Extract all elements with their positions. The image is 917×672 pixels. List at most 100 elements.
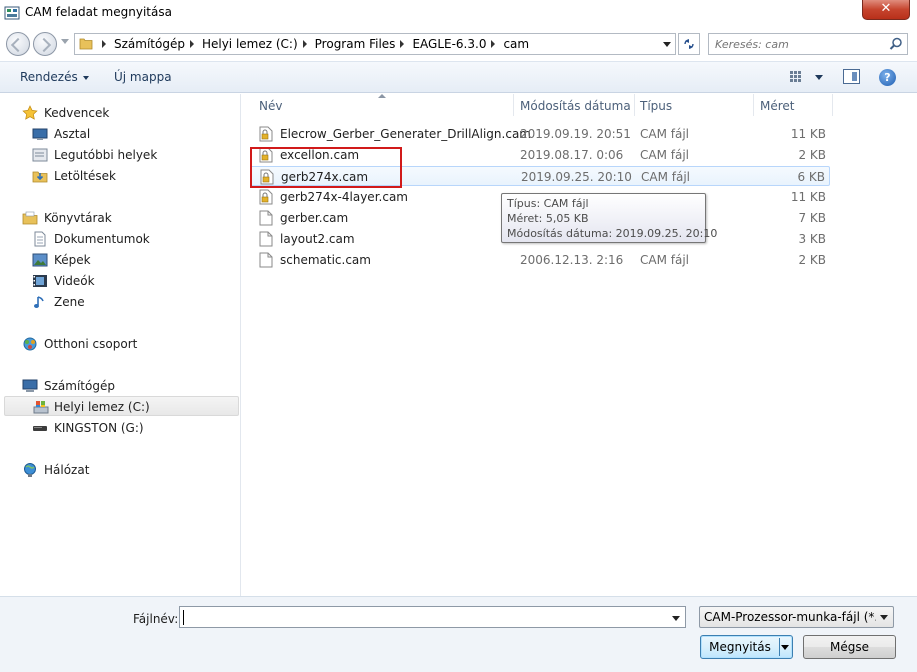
file-row[interactable]: schematic.cam 2006.12.13. 2:16 CAM fájl … [250, 250, 830, 270]
cancel-button[interactable]: Mégse [803, 635, 896, 659]
file-type-filter-value: CAM-Prozessor-munka-fájl (*.cam) [704, 610, 876, 624]
chevron-right-icon[interactable] [102, 40, 106, 48]
file-date: 2019.08.17. 0:06 [520, 148, 624, 162]
locked-file-icon [259, 126, 273, 142]
file-type: CAM fájl [641, 170, 691, 184]
column-header-size[interactable]: Méret [754, 94, 832, 116]
breadcrumb-program-files[interactable]: Program Files [315, 37, 396, 51]
address-bar[interactable]: Számítógép Helyi lemez (C:) Program File… [74, 33, 676, 55]
search-box[interactable] [708, 33, 908, 55]
close-button[interactable]: ✕ [862, 0, 910, 20]
breadcrumb-local-disk[interactable]: Helyi lemez (C:) [202, 37, 298, 51]
window-title: CAM feladat megnyitása [25, 5, 172, 19]
sidebar-item-videos[interactable]: Videók [0, 271, 238, 291]
file-icon [259, 231, 273, 247]
tooltip-type: Típus: CAM fájl [507, 197, 589, 210]
sidebar-item-pictures[interactable]: Képek [0, 250, 238, 270]
file-type: CAM fájl [640, 253, 690, 267]
column-header-type[interactable]: Típus [635, 94, 753, 116]
search-icon[interactable] [889, 37, 903, 51]
preview-pane-button[interactable] [843, 69, 860, 84]
sidebar-item-downloads[interactable]: Letöltések [0, 166, 238, 186]
chevron-down-icon[interactable] [781, 645, 789, 650]
organize-label: Rendezés [20, 70, 78, 84]
usb-drive-icon [33, 426, 47, 431]
homegroup-icon [23, 337, 37, 351]
libraries-icon [22, 211, 38, 225]
chevron-right-icon[interactable] [491, 40, 496, 48]
videos-icon [33, 275, 47, 287]
chevron-down-icon [880, 615, 888, 620]
file-size: 11 KB [790, 127, 826, 141]
sidebar-item-label: Hálózat [44, 463, 90, 477]
file-name: layout2.cam [280, 232, 355, 246]
chevron-right-icon[interactable] [400, 40, 405, 48]
new-folder-button[interactable]: Új mappa [114, 70, 172, 84]
forward-button[interactable] [33, 32, 57, 56]
search-input[interactable] [715, 36, 885, 52]
sidebar-item-label: Asztal [54, 127, 91, 141]
organize-button[interactable]: Rendezés [20, 70, 89, 84]
file-tooltip: Típus: CAM fájl Méret: 5,05 KB Módosítás… [501, 193, 718, 243]
sidebar-item-label: Zene [54, 295, 85, 309]
open-button[interactable]: Megnyitás [700, 635, 793, 659]
filename-label: Fájlnév: [133, 612, 179, 626]
file-name: schematic.cam [280, 253, 371, 267]
refresh-button[interactable] [678, 33, 700, 55]
computer-icon [22, 379, 38, 392]
sidebar-item-label: Dokumentumok [54, 232, 150, 246]
refresh-icon [684, 39, 694, 49]
chevron-right-icon[interactable] [189, 40, 194, 48]
open-button-label: Megnyitás [709, 640, 771, 654]
breadcrumb-computer[interactable]: Számítógép [114, 37, 185, 51]
breadcrumb-cam[interactable]: cam [503, 37, 529, 51]
breadcrumb: Számítógép Helyi lemez (C:) Program File… [97, 37, 529, 51]
downloads-icon [32, 171, 48, 183]
file-date: 2019.09.25. 20:10 [521, 170, 632, 184]
help-button[interactable]: ? [879, 69, 896, 86]
sidebar-item-desktop[interactable]: Asztal [0, 124, 238, 144]
chevron-right-icon[interactable] [302, 40, 307, 48]
desktop-icon [32, 128, 48, 140]
sidebar-item-label: KINGSTON (G:) [54, 421, 144, 435]
view-options-icon[interactable] [789, 70, 803, 84]
file-type-filter[interactable]: CAM-Prozessor-munka-fájl (*.cam) [699, 606, 894, 628]
recent-pages-dropdown-icon[interactable] [61, 39, 69, 44]
address-row: Számítógép Helyi lemez (C:) Program File… [0, 30, 917, 58]
tooltip-date: Módosítás dátuma: 2019.09.25. 20:10 [507, 227, 718, 240]
sidebar-item-label: Videók [54, 274, 95, 288]
sidebar-item-homegroup[interactable]: Otthoni csoport [0, 334, 238, 354]
column-divider[interactable] [832, 94, 833, 116]
sidebar-item-recent-places[interactable]: Legutóbbi helyek [0, 145, 238, 165]
sidebar-item-music[interactable]: Zene [0, 292, 238, 312]
sidebar-item-label: Helyi lemez (C:) [54, 400, 150, 414]
command-bar: Rendezés Új mappa ? [0, 61, 917, 93]
column-header-name[interactable]: Név [242, 94, 512, 116]
back-button[interactable] [6, 32, 30, 56]
column-header-date[interactable]: Módosítás dátuma [514, 94, 634, 116]
filename-input[interactable] [183, 609, 663, 625]
chevron-down-icon[interactable] [672, 616, 680, 621]
sidebar-item-label: Legutóbbi helyek [54, 148, 158, 162]
view-dropdown-icon[interactable] [815, 75, 823, 80]
sidebar-item-libraries[interactable]: Könyvtárak [0, 208, 238, 228]
sidebar-item-local-disk[interactable]: Helyi lemez (C:) [4, 396, 239, 416]
chevron-down-icon [82, 75, 89, 80]
file-size: 7 KB [798, 211, 826, 225]
sidebar-item-kingston[interactable]: KINGSTON (G:) [0, 418, 238, 438]
split-divider [779, 638, 780, 656]
sidebar-item-label: Könyvtárak [44, 211, 112, 225]
address-dropdown-icon[interactable] [663, 42, 671, 47]
filename-combobox[interactable] [179, 606, 686, 628]
sidebar-item-documents[interactable]: Dokumentumok [0, 229, 238, 249]
navigation-pane[interactable]: Kedvencek Asztal Legutóbbi helyek Letölt… [0, 94, 241, 596]
file-name: gerber.cam [280, 211, 349, 225]
file-row[interactable]: Elecrow_Gerber_Generater_DrillAlign.cam … [250, 124, 830, 144]
sidebar-item-computer[interactable]: Számítógép [0, 376, 238, 396]
sidebar-item-favorites[interactable]: Kedvencek [0, 103, 238, 123]
file-icon [259, 210, 273, 226]
sidebar-item-network[interactable]: Hálózat [0, 460, 238, 480]
breadcrumb-eagle[interactable]: EAGLE-6.3.0 [412, 37, 486, 51]
local-disk-icon [33, 401, 49, 414]
tooltip-size: Méret: 5,05 KB [507, 212, 589, 225]
